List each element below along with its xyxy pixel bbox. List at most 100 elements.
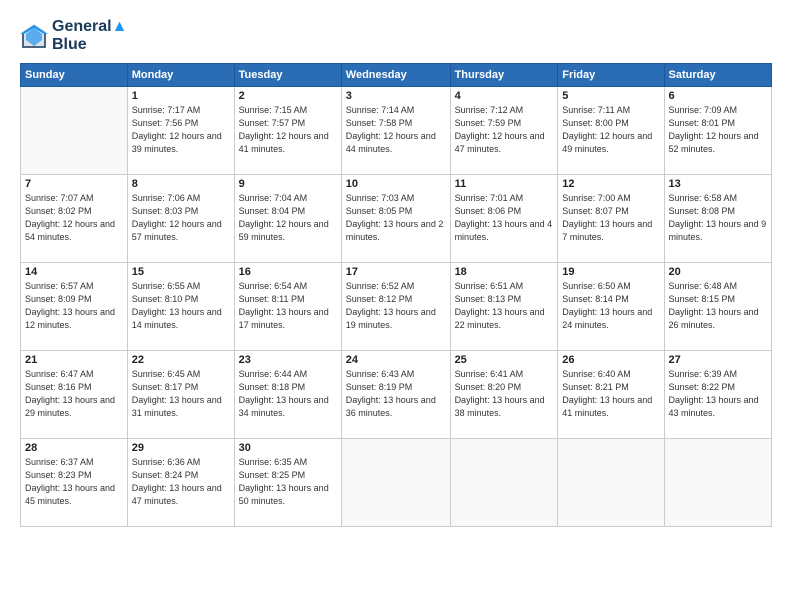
calendar-cell bbox=[450, 439, 558, 527]
calendar-cell: 27Sunrise: 6:39 AMSunset: 8:22 PMDayligh… bbox=[664, 351, 771, 439]
day-number: 22 bbox=[132, 354, 230, 366]
day-number: 8 bbox=[132, 178, 230, 190]
day-number: 1 bbox=[132, 90, 230, 102]
calendar-week-row: 1 Sunrise: 7:17 AMSunset: 7:56 PMDaylight… bbox=[21, 87, 772, 175]
calendar-cell: 10 Sunrise: 7:03 AMSunset: 8:05 PMDayligh… bbox=[341, 175, 450, 263]
day-number: 26 bbox=[562, 354, 659, 366]
day-number: 11 bbox=[455, 178, 554, 190]
calendar-cell: 9Sunrise: 7:04 AMSunset: 8:04 PMDaylight… bbox=[234, 175, 341, 263]
day-number: 14 bbox=[25, 266, 123, 278]
day-number: 3 bbox=[346, 90, 446, 102]
calendar-cell: 5 Sunrise: 7:11 AMSunset: 8:00 PMDaylight… bbox=[558, 87, 664, 175]
day-number: 25 bbox=[455, 354, 554, 366]
day-detail: Sunrise: 6:35 AMSunset: 8:25 PMDaylight:… bbox=[239, 456, 337, 508]
calendar-cell: 6 Sunrise: 7:09 AMSunset: 8:01 PMDaylight… bbox=[664, 87, 771, 175]
header: General▲ Blue bbox=[20, 18, 772, 53]
day-number: 17 bbox=[346, 266, 446, 278]
day-number: 19 bbox=[562, 266, 659, 278]
day-number: 5 bbox=[562, 90, 659, 102]
calendar-cell: 26 Sunrise: 6:40 AMSunset: 8:21 PMDayligh… bbox=[558, 351, 664, 439]
day-detail: Sunrise: 6:51 AMSunset: 8:13 PMDaylight:… bbox=[455, 280, 554, 332]
day-number: 30 bbox=[239, 442, 337, 454]
day-detail: Sunrise: 7:11 AMSunset: 8:00 PMDaylight:… bbox=[562, 104, 659, 156]
day-detail: Sunrise: 7:06 AMSunset: 8:03 PMDaylight:… bbox=[132, 192, 230, 244]
calendar-week-row: 7 Sunrise: 7:07 AMSunset: 8:02 PMDaylight… bbox=[21, 175, 772, 263]
day-number: 12 bbox=[562, 178, 659, 190]
day-detail: Sunrise: 6:52 AMSunset: 8:12 PMDaylight:… bbox=[346, 280, 446, 332]
day-detail: Sunrise: 7:01 AMSunset: 8:06 PMDaylight:… bbox=[455, 192, 554, 244]
calendar-week-row: 14 Sunrise: 6:57 AMSunset: 8:09 PMDayligh… bbox=[21, 263, 772, 351]
day-number: 15 bbox=[132, 266, 230, 278]
day-detail: Sunrise: 6:45 AMSunset: 8:17 PMDaylight:… bbox=[132, 368, 230, 420]
calendar-cell: 11 Sunrise: 7:01 AMSunset: 8:06 PMDayligh… bbox=[450, 175, 558, 263]
day-detail: Sunrise: 7:17 AMSunset: 7:56 PMDaylight:… bbox=[132, 104, 230, 156]
calendar-cell: 12 Sunrise: 7:00 AMSunset: 8:07 PMDayligh… bbox=[558, 175, 664, 263]
day-detail: Sunrise: 7:14 AMSunset: 7:58 PMDaylight:… bbox=[346, 104, 446, 156]
calendar-cell: 24Sunrise: 6:43 AMSunset: 8:19 PMDayligh… bbox=[341, 351, 450, 439]
calendar-cell: 23 Sunrise: 6:44 AMSunset: 8:18 PMDayligh… bbox=[234, 351, 341, 439]
day-detail: Sunrise: 7:12 AMSunset: 7:59 PMDaylight:… bbox=[455, 104, 554, 156]
calendar-cell: 8 Sunrise: 7:06 AMSunset: 8:03 PMDaylight… bbox=[127, 175, 234, 263]
day-detail: Sunrise: 7:03 AMSunset: 8:05 PMDaylight:… bbox=[346, 192, 446, 244]
day-detail: Sunrise: 6:37 AMSunset: 8:23 PMDaylight:… bbox=[25, 456, 123, 508]
day-number: 10 bbox=[346, 178, 446, 190]
day-number: 7 bbox=[25, 178, 123, 190]
calendar-cell: 14 Sunrise: 6:57 AMSunset: 8:09 PMDayligh… bbox=[21, 263, 128, 351]
day-detail: Sunrise: 6:41 AMSunset: 8:20 PMDaylight:… bbox=[455, 368, 554, 420]
day-number: 27 bbox=[669, 354, 767, 366]
day-detail: Sunrise: 7:00 AMSunset: 8:07 PMDaylight:… bbox=[562, 192, 659, 244]
day-number: 21 bbox=[25, 354, 123, 366]
calendar-cell bbox=[664, 439, 771, 527]
day-detail: Sunrise: 6:50 AMSunset: 8:14 PMDaylight:… bbox=[562, 280, 659, 332]
day-number: 6 bbox=[669, 90, 767, 102]
day-detail: Sunrise: 6:58 AMSunset: 8:08 PMDaylight:… bbox=[669, 192, 767, 244]
day-detail: Sunrise: 6:48 AMSunset: 8:15 PMDaylight:… bbox=[669, 280, 767, 332]
calendar: SundayMondayTuesdayWednesdayThursdayFrid… bbox=[20, 63, 772, 527]
calendar-header-row: SundayMondayTuesdayWednesdayThursdayFrid… bbox=[21, 64, 772, 87]
day-number: 4 bbox=[455, 90, 554, 102]
calendar-cell: 30 Sunrise: 6:35 AMSunset: 8:25 PMDayligh… bbox=[234, 439, 341, 527]
calendar-cell bbox=[341, 439, 450, 527]
day-number: 23 bbox=[239, 354, 337, 366]
calendar-cell: 16 Sunrise: 6:54 AMSunset: 8:11 PMDayligh… bbox=[234, 263, 341, 351]
calendar-cell: 15Sunrise: 6:55 AMSunset: 8:10 PMDayligh… bbox=[127, 263, 234, 351]
day-detail: Sunrise: 6:47 AMSunset: 8:16 PMDaylight:… bbox=[25, 368, 123, 420]
day-number: 29 bbox=[132, 442, 230, 454]
day-detail: Sunrise: 7:09 AMSunset: 8:01 PMDaylight:… bbox=[669, 104, 767, 156]
logo: General▲ Blue bbox=[20, 18, 127, 53]
calendar-cell: 3 Sunrise: 7:14 AMSunset: 7:58 PMDaylight… bbox=[341, 87, 450, 175]
day-detail: Sunrise: 6:36 AMSunset: 8:24 PMDaylight:… bbox=[132, 456, 230, 508]
calendar-cell: 13 Sunrise: 6:58 AMSunset: 8:08 PMDayligh… bbox=[664, 175, 771, 263]
day-number: 28 bbox=[25, 442, 123, 454]
page: General▲ Blue SundayMondayTuesdayWednesd… bbox=[0, 0, 792, 612]
day-detail: Sunrise: 7:07 AMSunset: 8:02 PMDaylight:… bbox=[25, 192, 123, 244]
calendar-cell: 19 Sunrise: 6:50 AMSunset: 8:14 PMDayligh… bbox=[558, 263, 664, 351]
calendar-cell: 29 Sunrise: 6:36 AMSunset: 8:24 PMDayligh… bbox=[127, 439, 234, 527]
calendar-cell: 2Sunrise: 7:15 AMSunset: 7:57 PMDaylight… bbox=[234, 87, 341, 175]
calendar-cell: 20 Sunrise: 6:48 AMSunset: 8:15 PMDayligh… bbox=[664, 263, 771, 351]
calendar-cell: 25 Sunrise: 6:41 AMSunset: 8:20 PMDayligh… bbox=[450, 351, 558, 439]
calendar-week-row: 21 Sunrise: 6:47 AMSunset: 8:16 PMDayligh… bbox=[21, 351, 772, 439]
weekday-header: Thursday bbox=[450, 64, 558, 87]
logo-text: General▲ Blue bbox=[52, 18, 127, 53]
calendar-cell: 4 Sunrise: 7:12 AMSunset: 7:59 PMDaylight… bbox=[450, 87, 558, 175]
day-detail: Sunrise: 6:54 AMSunset: 8:11 PMDaylight:… bbox=[239, 280, 337, 332]
day-number: 13 bbox=[669, 178, 767, 190]
day-number: 2 bbox=[239, 90, 337, 102]
calendar-cell: 17 Sunrise: 6:52 AMSunset: 8:12 PMDayligh… bbox=[341, 263, 450, 351]
weekday-header: Tuesday bbox=[234, 64, 341, 87]
calendar-cell: 7 Sunrise: 7:07 AMSunset: 8:02 PMDaylight… bbox=[21, 175, 128, 263]
day-detail: Sunrise: 6:44 AMSunset: 8:18 PMDaylight:… bbox=[239, 368, 337, 420]
day-number: 16 bbox=[239, 266, 337, 278]
calendar-cell: 22 Sunrise: 6:45 AMSunset: 8:17 PMDayligh… bbox=[127, 351, 234, 439]
day-detail: Sunrise: 6:40 AMSunset: 8:21 PMDaylight:… bbox=[562, 368, 659, 420]
calendar-week-row: 28 Sunrise: 6:37 AMSunset: 8:23 PMDayligh… bbox=[21, 439, 772, 527]
day-detail: Sunrise: 6:57 AMSunset: 8:09 PMDaylight:… bbox=[25, 280, 123, 332]
day-number: 18 bbox=[455, 266, 554, 278]
day-number: 24 bbox=[346, 354, 446, 366]
day-number: 20 bbox=[669, 266, 767, 278]
calendar-cell bbox=[21, 87, 128, 175]
weekday-header: Saturday bbox=[664, 64, 771, 87]
calendar-cell: 28 Sunrise: 6:37 AMSunset: 8:23 PMDayligh… bbox=[21, 439, 128, 527]
calendar-cell: 1 Sunrise: 7:17 AMSunset: 7:56 PMDaylight… bbox=[127, 87, 234, 175]
